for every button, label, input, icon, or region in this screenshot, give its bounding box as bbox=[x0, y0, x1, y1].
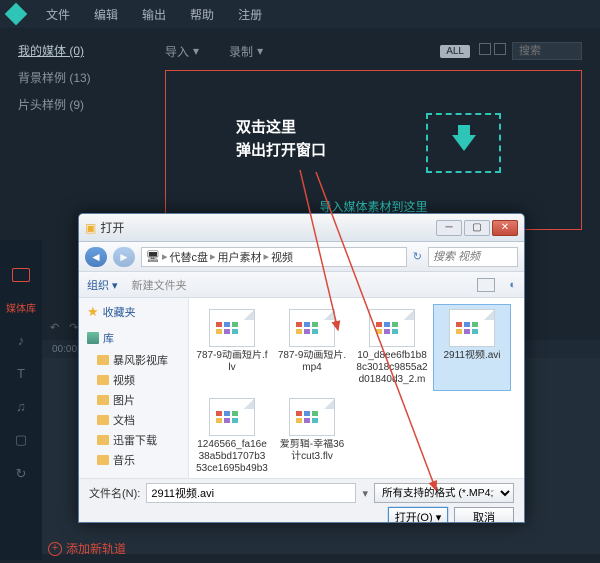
dialog-search-input[interactable] bbox=[428, 247, 518, 267]
folder-icon bbox=[97, 395, 109, 405]
menu-export[interactable]: 输出 bbox=[132, 2, 176, 27]
nav-back-button[interactable]: ◄ bbox=[85, 247, 107, 267]
dialog-titlebar[interactable]: ▣ 打开 ─ ▢ ✕ bbox=[79, 214, 524, 242]
file-name: 787-9动画短片.flv bbox=[196, 350, 268, 374]
computer-icon: 🖥 bbox=[146, 250, 160, 263]
cancel-button[interactable]: 取消 bbox=[454, 507, 514, 523]
tool-icon-5[interactable]: ↻ bbox=[16, 466, 27, 482]
file-filter-select[interactable]: 所有支持的格式 (*.MP4;*.FLV;* bbox=[374, 483, 514, 503]
filename-label: 文件名(N): bbox=[89, 485, 140, 501]
minimize-button[interactable]: ─ bbox=[436, 220, 462, 236]
tree-item-documents[interactable]: 文档 bbox=[97, 412, 180, 428]
file-thumb-icon bbox=[289, 398, 335, 436]
file-name: 2911视频.avi bbox=[436, 350, 508, 362]
folder-icon bbox=[97, 415, 109, 425]
tree-item-thunder[interactable]: 迅雷下载 bbox=[97, 432, 180, 448]
file-name: 爱剪辑-幸福36计cut3.flv bbox=[276, 439, 348, 463]
record-dropdown[interactable]: 录制 ▾ bbox=[229, 43, 263, 60]
file-name: 10_d8ee6fb1b88c3018c9855a2d01840d3_2.mp4 bbox=[356, 350, 428, 386]
hint-text: 双击这里 弹出打开窗口 bbox=[236, 117, 326, 162]
menu-register[interactable]: 注册 bbox=[228, 2, 272, 27]
file-item[interactable]: 1246566_fa16e38a5bd1707b353ce1695b49b319… bbox=[193, 393, 271, 478]
new-folder-button[interactable]: 新建文件夹 bbox=[132, 277, 187, 293]
sidebar-item-backgrounds[interactable]: 背景样例 (13) bbox=[18, 69, 147, 86]
media-drop-zone[interactable]: 双击这里 弹出打开窗口 导入媒体素材到这里 bbox=[165, 70, 582, 230]
favorites-section[interactable]: ★收藏夹 bbox=[87, 304, 180, 320]
folder-tree: ★收藏夹 库 暴风影视库 视频 图片 文档 迅雷下载 音乐 bbox=[79, 298, 189, 478]
breadcrumb[interactable]: 🖥 ▸代替c盘 ▸用户素材 ▸视频 bbox=[141, 247, 407, 267]
chevron-down-icon: ▾ bbox=[193, 44, 199, 58]
file-item[interactable]: 787-9动画短片.flv bbox=[193, 304, 271, 391]
music-tool-icon[interactable]: ♪ bbox=[18, 333, 25, 348]
dialog-nav-bar: ◄ ► 🖥 ▸代替c盘 ▸用户素材 ▸视频 ↻ bbox=[79, 242, 524, 272]
add-track-button[interactable]: + 添加新轨道 bbox=[48, 540, 126, 557]
media-library-icon[interactable] bbox=[12, 268, 30, 282]
tree-item-storm[interactable]: 暴风影视库 bbox=[97, 352, 180, 368]
file-thumb-icon bbox=[209, 309, 255, 347]
file-thumb-icon bbox=[449, 309, 495, 347]
app-logo-icon bbox=[5, 3, 28, 26]
folder-icon bbox=[97, 435, 109, 445]
refresh-icon[interactable]: ↻ bbox=[413, 250, 422, 263]
file-item[interactable]: 787-9动画短片.mp4 bbox=[273, 304, 351, 391]
dialog-toolbar: 组织 ▾ 新建文件夹 ◐ bbox=[79, 272, 524, 298]
library-icon bbox=[87, 332, 99, 344]
filename-input[interactable] bbox=[146, 483, 356, 503]
maximize-button[interactable]: ▢ bbox=[464, 220, 490, 236]
import-toolbar: 导入 ▾ 录制 ▾ ALL bbox=[165, 38, 582, 64]
import-dropdown[interactable]: 导入 ▾ bbox=[165, 43, 199, 60]
menu-help[interactable]: 帮助 bbox=[180, 2, 224, 27]
open-file-dialog: ▣ 打开 ─ ▢ ✕ ◄ ► 🖥 ▸代替c盘 ▸用户素材 ▸视频 ↻ 组织 ▾ … bbox=[78, 213, 525, 523]
file-thumb-icon bbox=[209, 398, 255, 436]
view-mode-icons[interactable] bbox=[476, 42, 506, 60]
menu-edit[interactable]: 编辑 bbox=[84, 2, 128, 27]
undo-icon[interactable]: ↶ bbox=[50, 321, 59, 334]
file-thumb-icon bbox=[289, 309, 335, 347]
view-options-icon[interactable] bbox=[477, 278, 495, 292]
media-sidebar: 我的媒体 (0) 背景样例 (13) 片头样例 (9) bbox=[0, 28, 165, 238]
file-name: 787-9动画短片.mp4 bbox=[276, 350, 348, 374]
media-library-label: 媒体库 bbox=[6, 300, 36, 315]
overlay-tool-icon[interactable]: ▢ bbox=[15, 432, 27, 448]
download-arrow-icon bbox=[452, 135, 476, 151]
close-button[interactable]: ✕ bbox=[492, 220, 518, 236]
open-button[interactable]: 打开(O) ▾ bbox=[388, 507, 448, 523]
folder-icon: ▣ bbox=[85, 221, 96, 235]
file-item[interactable]: 爱剪辑-幸福36计cut3.flv bbox=[273, 393, 351, 478]
filter-all[interactable]: ALL bbox=[440, 45, 470, 58]
nav-forward-button[interactable]: ► bbox=[113, 247, 135, 267]
audio-tool-icon[interactable]: ♫ bbox=[16, 399, 26, 414]
tree-item-pictures[interactable]: 图片 bbox=[97, 392, 180, 408]
tool-column: 媒体库 ♪ T ♫ ▢ ↻ bbox=[0, 240, 42, 560]
menu-bar: 文件 编辑 输出 帮助 注册 bbox=[0, 0, 600, 28]
star-icon: ★ bbox=[87, 304, 99, 320]
chevron-down-icon: ▾ bbox=[257, 44, 263, 58]
text-tool-icon[interactable]: T bbox=[17, 366, 25, 381]
library-section[interactable]: 库 bbox=[87, 330, 180, 346]
file-list: 787-9动画短片.flv 787-9动画短片.mp4 10_d8ee6fb1b88… bbox=[189, 298, 524, 478]
dialog-footer: 文件名(N): ▾ 所有支持的格式 (*.MP4;*.FLV;* 打开(O) ▾… bbox=[79, 478, 524, 522]
tree-item-video[interactable]: 视频 bbox=[97, 372, 180, 388]
filename-dropdown-icon[interactable]: ▾ bbox=[362, 487, 368, 500]
drop-target-icon bbox=[426, 113, 501, 173]
sidebar-item-titles[interactable]: 片头样例 (9) bbox=[18, 96, 147, 113]
menu-file[interactable]: 文件 bbox=[36, 2, 80, 27]
file-thumb-icon bbox=[369, 309, 415, 347]
dialog-title: 打开 bbox=[100, 219, 124, 236]
file-name: 1246566_fa16e38a5bd1707b353ce1695b49b319… bbox=[196, 439, 268, 475]
help-icon[interactable]: ◐ bbox=[509, 279, 516, 291]
folder-icon bbox=[97, 375, 109, 385]
file-item[interactable]: 10_d8ee6fb1b88c3018c9855a2d01840d3_2.mp4 bbox=[353, 304, 431, 391]
folder-icon bbox=[97, 455, 109, 465]
tree-item-music[interactable]: 音乐 bbox=[97, 452, 180, 468]
file-item[interactable]: 2911视频.avi bbox=[433, 304, 511, 391]
folder-icon bbox=[97, 355, 109, 365]
plus-circle-icon: + bbox=[48, 542, 62, 556]
sidebar-item-my-media[interactable]: 我的媒体 (0) bbox=[18, 42, 147, 59]
organize-dropdown[interactable]: 组织 ▾ bbox=[87, 277, 118, 293]
media-search-input[interactable] bbox=[512, 42, 582, 60]
